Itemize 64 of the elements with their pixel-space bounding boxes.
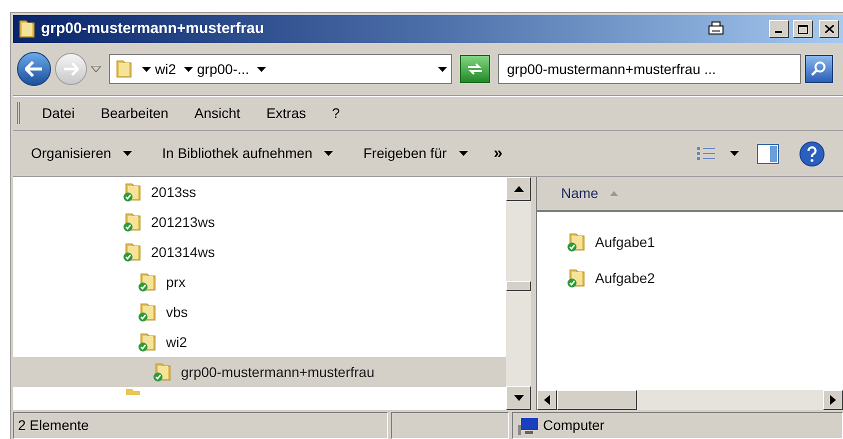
computer-icon: [517, 416, 539, 434]
file-item[interactable]: Aufgabe2: [567, 260, 843, 296]
sort-ascending-icon: [610, 191, 618, 196]
back-arrow-icon: [25, 61, 43, 77]
caret-icon: [184, 66, 194, 72]
close-button[interactable]: [819, 20, 839, 38]
menu-item[interactable]: Ansicht: [192, 102, 242, 124]
search-button[interactable]: [805, 55, 833, 83]
scroll-down-button[interactable]: [506, 386, 531, 410]
refresh-button[interactable]: [460, 55, 490, 83]
scroll-thumb[interactable]: [506, 281, 531, 291]
caret-icon: [458, 151, 468, 156]
maximize-icon: [798, 24, 808, 34]
maximize-button[interactable]: [793, 20, 813, 38]
scroll-thumb[interactable]: [557, 390, 637, 410]
command-button[interactable]: In Bibliothek aufnehmen: [162, 143, 334, 164]
left-arrow-icon: [544, 395, 550, 405]
back-button[interactable]: [17, 52, 51, 86]
menu-item[interactable]: Datei: [40, 102, 77, 124]
forward-arrow-icon: [63, 62, 79, 76]
vertical-scrollbar[interactable]: [506, 177, 531, 410]
history-caret-icon[interactable]: [91, 66, 101, 72]
tree-item[interactable]: vbs: [13, 297, 506, 327]
caret-icon: [438, 66, 447, 72]
scroll-left-button[interactable]: [537, 390, 557, 410]
caret-icon: [123, 151, 132, 156]
file-item[interactable]: Aufgabe1: [567, 224, 843, 260]
refresh-icon: [466, 62, 484, 76]
address-bar[interactable]: wi2 grp00-...: [109, 54, 452, 84]
menu-item[interactable]: Extras: [264, 102, 308, 124]
menu-item[interactable]: ?: [330, 102, 342, 124]
column-header[interactable]: Name: [537, 177, 843, 212]
window-title: grp00-mustermann+musterfrau: [41, 18, 264, 39]
close-icon: [824, 25, 834, 33]
scroll-up-button[interactable]: [506, 177, 531, 201]
caret-icon: [730, 151, 739, 156]
tree-item[interactable]: grp00-mustermann+musterfrau: [13, 357, 506, 387]
right-arrow-icon: [830, 395, 836, 405]
tree-item[interactable]: 201213ws: [13, 207, 506, 237]
caret-icon: [257, 66, 266, 72]
minimize-button[interactable]: [769, 20, 789, 38]
down-arrow-icon: [514, 395, 524, 401]
command-button[interactable]: Freigeben für: [363, 143, 468, 164]
tree-item[interactable]: prx: [13, 267, 506, 297]
preview-pane-icon[interactable]: [757, 144, 779, 164]
horizontal-scrollbar[interactable]: [537, 390, 843, 410]
tree-item[interactable]: 2013ss: [13, 177, 506, 207]
scroll-right-button[interactable]: [823, 390, 843, 410]
breadcrumb[interactable]: wi2: [155, 58, 176, 80]
breadcrumb[interactable]: grp00-...: [197, 58, 250, 80]
help-icon[interactable]: [799, 140, 825, 166]
command-button[interactable]: Organisieren: [31, 143, 132, 164]
menu-item[interactable]: Bearbeiten: [98, 102, 170, 124]
caret-icon: [324, 151, 334, 156]
tree-item[interactable]: wi2: [13, 327, 506, 357]
printer-icon[interactable]: [707, 21, 725, 37]
search-field[interactable]: grp00-mustermann+musterfrau ...: [498, 54, 801, 84]
tree-item[interactable]: 201314ws: [13, 237, 506, 267]
up-arrow-icon: [514, 186, 524, 192]
status-cell: Computer: [512, 412, 843, 439]
search-icon: [811, 61, 827, 77]
status-cell: 2 Elemente: [13, 412, 388, 439]
more-commands-button[interactable]: »: [494, 142, 503, 166]
caret-icon: [142, 66, 151, 72]
